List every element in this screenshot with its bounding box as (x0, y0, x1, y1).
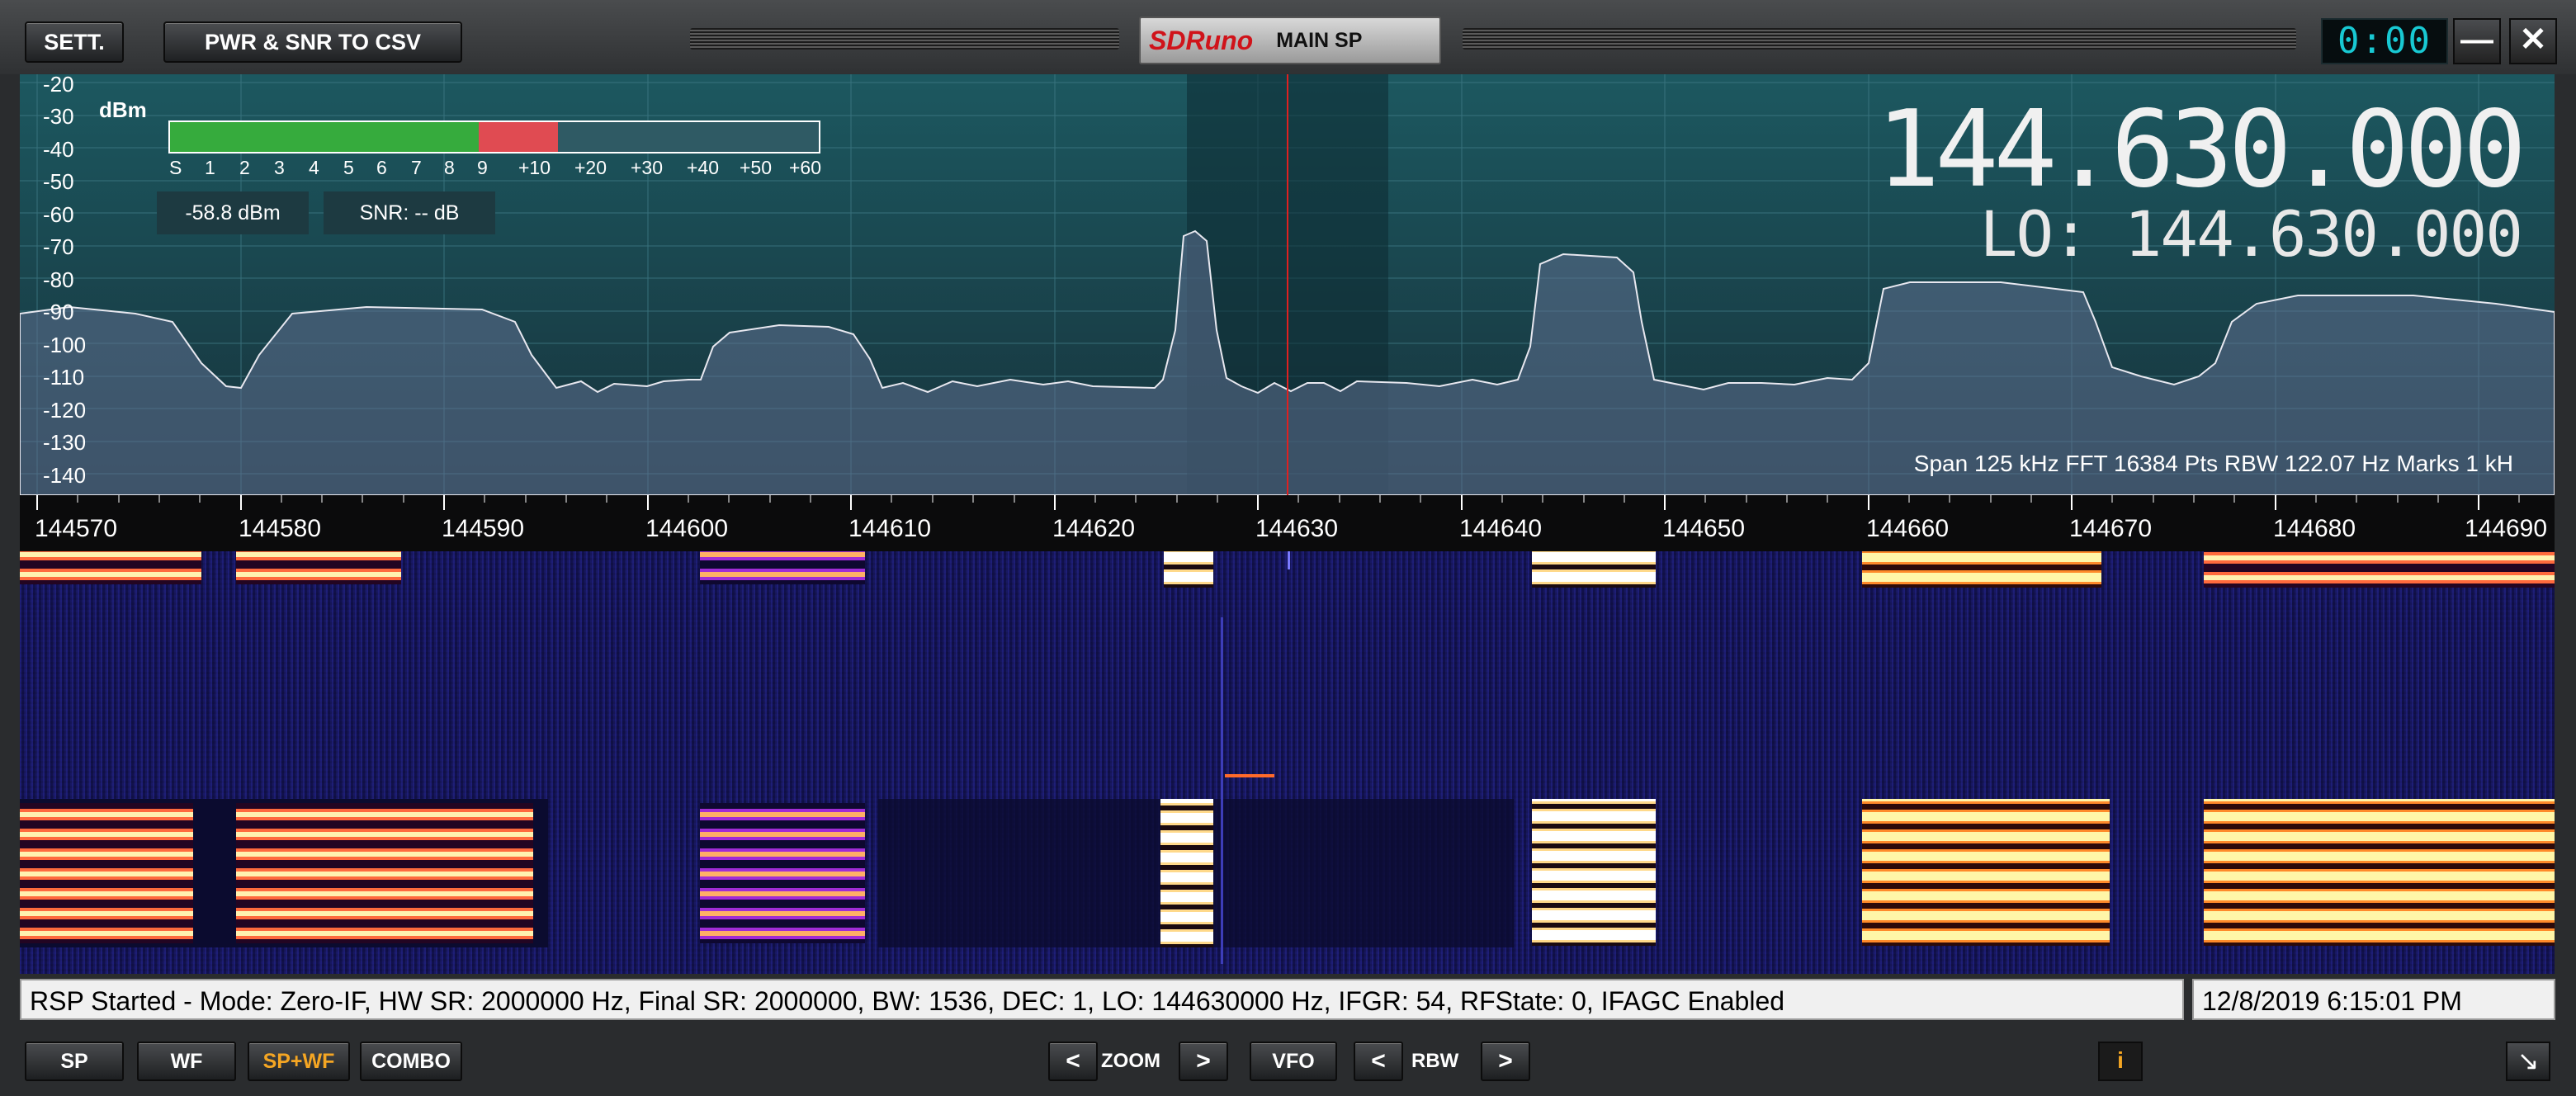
lo-frequency-display[interactable]: LO: 144.630.000 (1980, 201, 2523, 267)
y-tick-label: -130 (43, 430, 87, 455)
s-meter-tick: 6 (376, 157, 387, 178)
freq-label: 144590 (441, 515, 525, 542)
s-meter-tick: +10 (518, 157, 551, 178)
s-meter-tick: +30 (631, 157, 664, 178)
s-meter-tick: +20 (574, 157, 607, 178)
dbm-unit-label: dBm (99, 97, 147, 122)
power-readout: -58.8 dBm (157, 191, 309, 234)
y-tick-label: -60 (43, 202, 74, 227)
freq-label: 144580 (238, 515, 322, 542)
rbw-increase-button[interactable]: > (1481, 1042, 1530, 1081)
minimize-button[interactable]: — (2453, 18, 2501, 64)
y-tick-label: -100 (43, 333, 87, 357)
waterfall-trace (1221, 617, 1223, 964)
sp-wf-mode-button[interactable]: SP+WF (248, 1042, 350, 1081)
title-bar: SETT. PWR & SNR TO CSV SDRuno MAIN SP 0:… (0, 0, 2576, 74)
freq-label: 144610 (848, 515, 932, 542)
y-tick-label: -70 (43, 234, 74, 259)
s-meter-tick: 4 (309, 157, 319, 178)
freq-label: 144690 (2464, 515, 2548, 542)
wf-mode-button[interactable]: WF (137, 1042, 236, 1081)
s-meter-green-fill (170, 122, 479, 152)
panel-logo: SDRuno MAIN SP (1139, 17, 1441, 64)
s-meter-tick: +60 (789, 157, 822, 178)
waterfall-signal (20, 551, 201, 584)
waterfall-signal (236, 803, 533, 943)
s-meter-tick: +50 (740, 157, 773, 178)
freq-label: 144670 (2068, 515, 2153, 542)
freq-label: 144620 (1052, 515, 1136, 542)
waterfall-signal (20, 803, 193, 943)
waterfall-signal (1164, 551, 1213, 588)
waterfall-cursor (1288, 551, 1290, 569)
close-button[interactable]: ✕ (2509, 18, 2557, 64)
snr-readout: SNR: -- dB (324, 191, 495, 234)
vfo-frequency-display[interactable]: 144.630.000 (1876, 97, 2526, 203)
y-tick-label: -110 (43, 365, 85, 390)
status-datetime: 12/8/2019 6:15:01 PM (2192, 979, 2555, 1020)
s-meter-tick: +40 (687, 157, 720, 178)
waterfall-signal (700, 803, 865, 943)
y-tick-label: -50 (43, 169, 74, 194)
freq-label: 144650 (1661, 515, 1746, 542)
panel-name: MAIN SP (1276, 28, 1363, 52)
settings-button[interactable]: SETT. (25, 21, 124, 63)
span-info: Span 125 kHz FFT 16384 Pts RBW 122.07 Hz… (1913, 451, 2513, 476)
panel-clock: 0:00 (2321, 18, 2448, 64)
pwr-snr-csv-button[interactable]: PWR & SNR TO CSV (163, 21, 462, 63)
waterfall-signal (236, 551, 401, 584)
combo-mode-button[interactable]: COMBO (360, 1042, 462, 1081)
waterfall-signal (2204, 551, 2555, 588)
s-meter-tick: 7 (411, 157, 422, 178)
waterfall-signal (2204, 799, 2555, 946)
y-tick-label: -80 (43, 267, 74, 292)
resize-icon[interactable]: ↘ (2506, 1042, 2550, 1081)
s-meter-tick: 2 (239, 157, 250, 178)
y-tick-label: -40 (43, 137, 74, 162)
rbw-decrease-button[interactable]: < (1354, 1042, 1403, 1081)
waterfall-signal (1862, 799, 2110, 946)
sdruno-logo: SDRuno (1149, 25, 1254, 55)
freq-label: 144570 (34, 515, 118, 542)
s-meter-tick: 1 (205, 157, 215, 178)
waterfall-signal (1532, 799, 1656, 946)
zoom-out-button[interactable]: < (1048, 1042, 1098, 1081)
s-meter-bar (168, 120, 820, 154)
s-meter-tick: 5 (343, 157, 354, 178)
s-meter-red-fill (479, 122, 558, 152)
s-meter-tick: 3 (274, 157, 285, 178)
freq-label: 144660 (1865, 515, 1950, 542)
freq-label: 144640 (1458, 515, 1543, 542)
title-grill-right (1463, 28, 2296, 50)
rbw-label: RBW (1411, 1050, 1459, 1072)
frequency-axis[interactable]: 144570 144580 144590 144600 144610 14462… (20, 495, 2555, 551)
s-meter-tick: S (169, 157, 182, 178)
freq-label: 144630 (1255, 515, 1339, 542)
zoom-label: ZOOM (1101, 1050, 1160, 1072)
waterfall-display[interactable] (20, 551, 2555, 974)
zoom-in-button[interactable]: > (1179, 1042, 1228, 1081)
title-grill-left (690, 28, 1119, 50)
waterfall-signal (1160, 799, 1213, 947)
info-button[interactable]: i (2098, 1042, 2143, 1081)
s-meter-tick: 9 (477, 157, 488, 178)
y-tick-label: -20 (43, 74, 74, 97)
freq-label: 144600 (645, 515, 729, 542)
waterfall-signal (1532, 551, 1656, 588)
waterfall-signal (700, 551, 865, 584)
y-tick-label: -140 (43, 463, 87, 488)
freq-label: 144680 (2272, 515, 2356, 542)
waterfall-blip (1225, 774, 1274, 777)
status-message: RSP Started - Mode: Zero-IF, HW SR: 2000… (20, 979, 2184, 1020)
y-tick-label: -90 (43, 300, 74, 324)
waterfall-signal (1862, 551, 2101, 588)
y-tick-label: -120 (43, 398, 87, 423)
vfo-button[interactable]: VFO (1250, 1042, 1337, 1081)
sp-mode-button[interactable]: SP (25, 1042, 124, 1081)
s-meter-tick: 8 (444, 157, 455, 178)
frequency-ticks (36, 495, 2520, 510)
